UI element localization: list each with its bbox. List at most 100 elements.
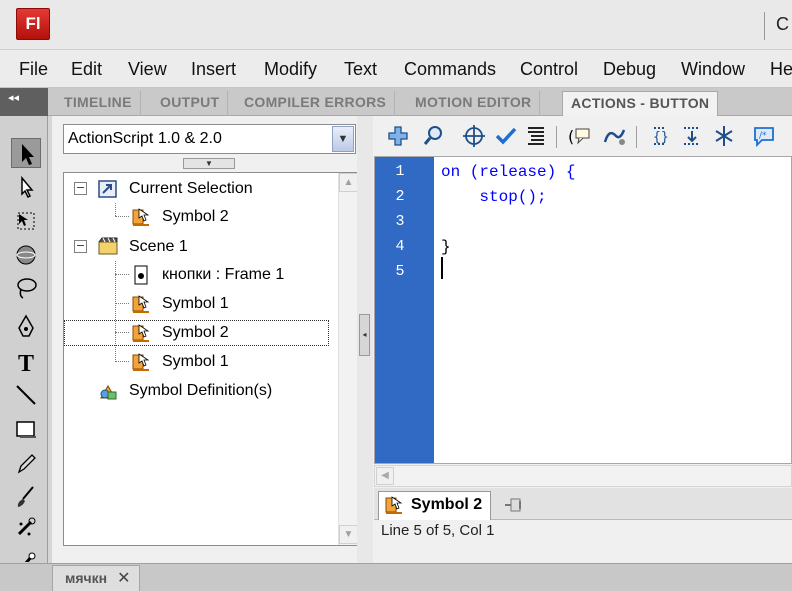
menu-help[interactable]: He	[770, 59, 792, 80]
line-number: 2	[395, 188, 405, 205]
lasso-tool-icon[interactable]	[11, 274, 41, 304]
menu-edit[interactable]: Edit	[71, 59, 102, 80]
menu-control[interactable]: Control	[520, 59, 578, 80]
tree-item-symbol-2-selected[interactable]: Symbol 2	[64, 320, 329, 346]
cursor-position-status: Line 5 of 5, Col 1	[381, 522, 495, 539]
tree-item-frame[interactable]: кнопки : Frame 1	[130, 263, 284, 287]
actionscript-version-value: ActionScript 1.0 & 2.0	[68, 130, 222, 147]
toolbar-separator	[556, 126, 557, 148]
document-tab[interactable]: мячкн ✕	[52, 565, 140, 591]
check-syntax-icon[interactable]	[492, 122, 520, 150]
actionscript-version-select[interactable]: ActionScript 1.0 & 2.0 ▼	[63, 124, 356, 154]
selection-tool-icon[interactable]	[11, 138, 41, 168]
menu-debug[interactable]: Debug	[603, 59, 656, 80]
collapse-panel-icon[interactable]: ◂◂	[0, 88, 48, 116]
scroll-left-icon[interactable]: ◀	[376, 467, 394, 485]
chevron-down-icon[interactable]: ▼	[332, 126, 354, 152]
pen-tool-icon[interactable]	[11, 312, 41, 342]
brush-tool-icon[interactable]	[11, 482, 41, 512]
expand-all-icon[interactable]	[710, 122, 738, 150]
tree-item-label: Symbol 2	[162, 324, 229, 341]
collapse-toggle-icon[interactable]: −	[74, 240, 87, 253]
scene-icon	[97, 236, 119, 258]
collapse-toggle-icon[interactable]: −	[74, 182, 87, 195]
button-symbol-icon	[130, 293, 152, 315]
collapse-selection-icon[interactable]	[678, 122, 706, 150]
auto-format-icon[interactable]	[522, 122, 550, 150]
tab-motion-editor[interactable]: MOTION EDITOR	[407, 91, 541, 116]
script-tab-symbol-2[interactable]: Symbol 2	[378, 491, 492, 520]
title-bar: Fl C	[0, 0, 792, 50]
menu-text[interactable]: Text	[344, 59, 377, 80]
show-code-hint-icon[interactable]: (	[566, 122, 594, 150]
menu-modify[interactable]: Modify	[264, 59, 317, 80]
tree-connector	[115, 261, 116, 362]
scroll-down-icon[interactable]: ▼	[339, 525, 358, 544]
close-icon[interactable]: ✕	[117, 570, 130, 587]
script-toolbar: ( {} /*	[374, 122, 792, 154]
bone-tool-icon[interactable]	[11, 548, 41, 562]
script-tab-bar: Symbol 2	[374, 488, 792, 520]
rectangle-tool-icon[interactable]	[11, 414, 41, 444]
tree-item-scene-1[interactable]: Scene 1	[97, 235, 188, 259]
tree-item-label: Scene 1	[129, 238, 188, 255]
button-symbol-icon	[383, 494, 405, 516]
tree-item-label: Symbol Definition(s)	[129, 382, 273, 399]
tree-item-symbol-1[interactable]: Symbol 1	[130, 292, 229, 316]
tree-connector	[115, 203, 116, 216]
tree-item-symbol-2[interactable]: Symbol 2	[130, 205, 229, 229]
tree-item-symbol-1[interactable]: Symbol 1	[130, 350, 229, 374]
tab-output[interactable]: OUTPUT	[152, 91, 229, 116]
tree-item-current-selection[interactable]: Current Selection	[97, 177, 253, 201]
tree-item-label: Current Selection	[129, 180, 253, 197]
tree-scrollbar[interactable]: ▲ ▼	[338, 173, 358, 545]
editor-horizontal-scrollbar[interactable]: ◀	[374, 465, 792, 487]
panel-divider: ◂	[357, 116, 373, 563]
current-selection-icon	[97, 178, 119, 200]
tab-compiler-errors[interactable]: COMPILER ERRORS	[236, 91, 396, 116]
document-tab-label: мячкн	[65, 570, 108, 586]
free-transform-tool-icon[interactable]	[11, 206, 41, 236]
menu-view[interactable]: View	[128, 59, 167, 80]
tab-timeline[interactable]: TIMELINE	[56, 91, 141, 116]
apply-block-comment-icon[interactable]: /*	[750, 122, 778, 150]
menu-insert[interactable]: Insert	[191, 59, 236, 80]
debug-options-icon[interactable]	[600, 122, 628, 150]
document-tab-bar: мячкн ✕	[0, 563, 792, 591]
insert-target-path-icon[interactable]	[460, 122, 488, 150]
code-line: }	[441, 238, 451, 256]
actions-panel: ActionScript 1.0 & 2.0 ▼ ▼ − Current Sel…	[52, 116, 792, 563]
pencil-tool-icon[interactable]	[11, 448, 41, 478]
script-tab-label: Symbol 2	[411, 496, 483, 513]
menu-file[interactable]: File	[19, 59, 48, 80]
menu-window[interactable]: Window	[681, 59, 745, 80]
scroll-up-icon[interactable]: ▲	[339, 173, 358, 192]
menu-commands[interactable]: Commands	[404, 59, 496, 80]
tab-actions-button[interactable]: ACTIONS - BUTTON	[562, 91, 719, 117]
toolbox-split-handle[interactable]: ▼	[183, 158, 235, 169]
find-icon[interactable]	[420, 122, 448, 150]
panel-tab-strip: ◂◂ TIMELINE OUTPUT COMPILER ERRORS MOTIO…	[0, 88, 792, 117]
collapse-between-braces-icon[interactable]: {}	[646, 122, 674, 150]
collapse-navigator-icon[interactable]: ◂	[359, 314, 370, 356]
add-statement-icon[interactable]	[384, 122, 412, 150]
tools-panel: T	[0, 116, 48, 563]
line-tool-icon[interactable]	[11, 380, 41, 410]
symbol-definitions-icon	[97, 380, 119, 402]
line-number: 1	[395, 163, 405, 180]
tree-connector	[115, 303, 129, 304]
button-symbol-icon	[130, 322, 152, 344]
line-number-gutter: 1 2 3 4 5	[375, 157, 434, 463]
tree-item-label: кнопки : Frame 1	[162, 266, 285, 283]
3d-rotation-tool-icon[interactable]	[11, 240, 41, 270]
subselection-tool-icon[interactable]	[11, 172, 41, 202]
deco-tool-icon[interactable]	[11, 512, 41, 542]
line-number: 4	[395, 238, 405, 255]
script-navigator: − Current Selection Symbol 2 − Scene 1 к…	[63, 172, 359, 546]
pin-script-icon[interactable]	[503, 495, 525, 515]
line-number: 3	[395, 213, 405, 230]
script-editor[interactable]: 1 2 3 4 5 on (release) { stop(); }	[374, 156, 792, 464]
toolbar-separator	[636, 126, 637, 148]
text-tool-icon[interactable]: T	[11, 346, 41, 377]
tree-item-symbol-definitions[interactable]: Symbol Definition(s)	[97, 379, 272, 403]
